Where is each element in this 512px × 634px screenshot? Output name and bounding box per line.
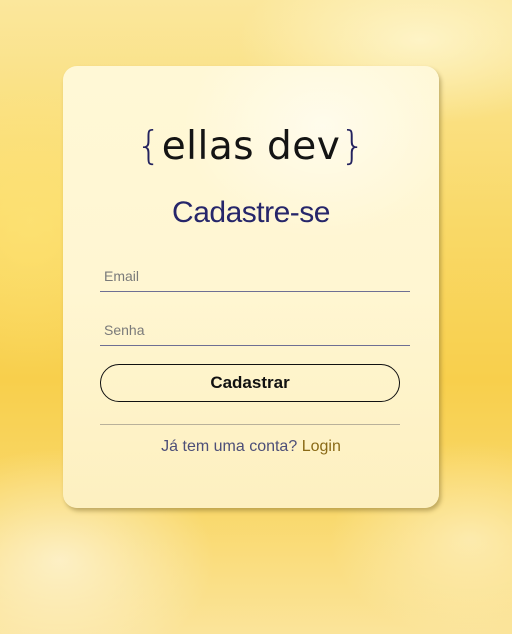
login-prompt-text: Já tem uma conta? — [161, 438, 298, 455]
signup-card: {ellas dev} Cadastre-se Cadastrar Já tem… — [63, 66, 439, 508]
divider — [100, 424, 400, 425]
page-title: Cadastre-se — [172, 196, 330, 229]
logo-brace-open: { — [136, 124, 162, 169]
signup-button[interactable]: Cadastrar — [100, 364, 400, 402]
login-link[interactable]: Login — [302, 438, 341, 455]
logo-text: ellas dev — [161, 124, 341, 169]
password-field[interactable] — [100, 318, 410, 346]
login-prompt-row: Já tem uma conta? Login — [63, 438, 439, 456]
email-field[interactable] — [100, 264, 410, 292]
brand-logo: {ellas dev} — [63, 124, 439, 169]
logo-brace-close: } — [340, 124, 366, 169]
